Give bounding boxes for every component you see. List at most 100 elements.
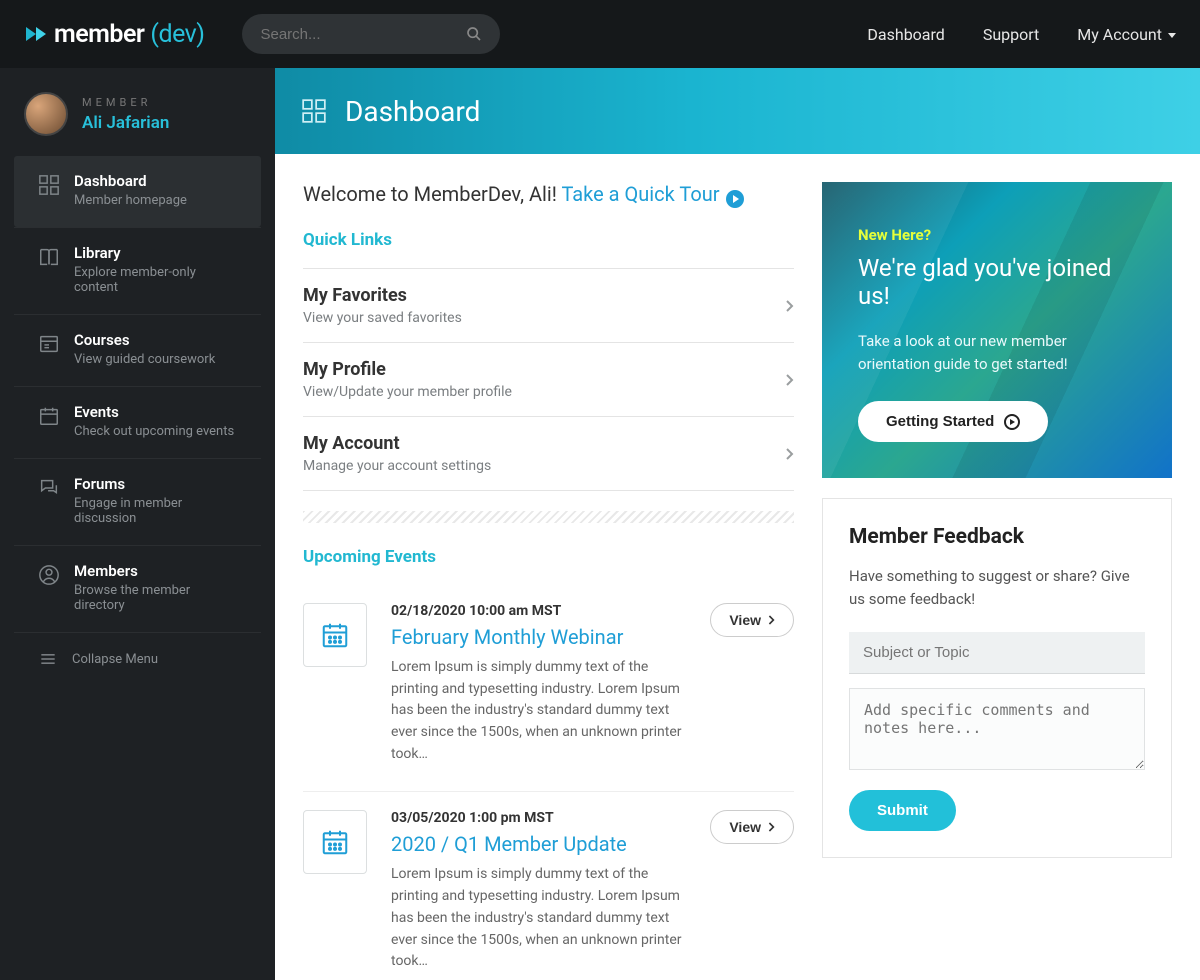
sidebar-item-sub: Member homepage xyxy=(74,193,187,208)
sidebar-item-library[interactable]: Library Explore member-only content xyxy=(14,227,261,314)
feedback-title: Member Feedback xyxy=(849,525,1145,549)
book-icon xyxy=(38,246,60,268)
sidebar-item-label: Courses xyxy=(74,331,215,349)
chevron-right-icon xyxy=(784,299,794,313)
event-view-button[interactable]: View xyxy=(710,810,794,844)
quick-link-title: My Account xyxy=(303,433,784,454)
event-title[interactable]: 2020 / Q1 Member Update xyxy=(391,832,686,856)
feedback-subject-input[interactable] xyxy=(849,632,1145,674)
profile-role: MEMBER xyxy=(82,96,169,109)
sidebar-item-sub: Engage in member discussion xyxy=(74,496,237,526)
sidebar-item-label: Members xyxy=(74,562,237,580)
sidebar-item-sub: Browse the member directory xyxy=(74,583,237,613)
page-header: Dashboard xyxy=(275,68,1200,154)
sidebar-item-label: Library xyxy=(74,244,237,262)
sidebar-item-courses[interactable]: Courses View guided coursework xyxy=(14,314,261,386)
calendar-icon xyxy=(38,405,60,427)
top-nav: Dashboard Support My Account xyxy=(867,25,1176,44)
sidebar-item-sub: View guided coursework xyxy=(74,352,215,367)
quick-link-sub: View your saved favorites xyxy=(303,310,784,326)
feedback-submit-button[interactable]: Submit xyxy=(849,790,956,831)
event-view-label: View xyxy=(729,819,761,835)
sidebar-item-members[interactable]: Members Browse the member directory xyxy=(14,545,261,632)
collapse-label: Collapse Menu xyxy=(72,652,158,667)
profile-name: Ali Jafarian xyxy=(82,113,169,133)
hero-text: Take a look at our new member orientatio… xyxy=(858,330,1136,375)
circle-arrow-icon xyxy=(1004,414,1020,430)
dashboard-icon xyxy=(38,174,60,196)
topnav-account-label: My Account xyxy=(1077,25,1162,44)
logo-icon xyxy=(24,22,48,46)
section-divider xyxy=(303,511,794,523)
list-icon xyxy=(38,333,60,355)
event-date: 03/05/2020 1:00 pm MST xyxy=(391,810,686,826)
collapse-icon xyxy=(38,649,58,669)
sidebar-item-sub: Explore member-only content xyxy=(74,265,237,295)
event-view-button[interactable]: View xyxy=(710,603,794,637)
chevron-down-icon xyxy=(1168,33,1176,38)
topnav-my-account[interactable]: My Account xyxy=(1077,25,1176,44)
quick-link-profile[interactable]: My Profile View/Update your member profil… xyxy=(303,343,794,417)
quick-link-sub: View/Update your member profile xyxy=(303,384,784,400)
welcome-message: Welcome to MemberDev, Ali! Take a Quick … xyxy=(303,182,794,208)
sidebar-item-events[interactable]: Events Check out upcoming events xyxy=(14,386,261,458)
welcome-text: Welcome to MemberDev, Ali! xyxy=(303,182,561,206)
avatar xyxy=(24,92,68,136)
quick-tour-label: Take a Quick Tour xyxy=(561,182,719,206)
calendar-icon xyxy=(303,810,367,874)
topnav-dashboard[interactable]: Dashboard xyxy=(867,25,944,44)
quick-link-title: My Favorites xyxy=(303,285,784,306)
event-description: Lorem Ipsum is simply dummy text of the … xyxy=(391,864,686,972)
getting-started-button[interactable]: Getting Started xyxy=(858,401,1048,442)
brand-logo[interactable]: member(dev) xyxy=(24,20,204,49)
sidebar-item-sub: Check out upcoming events xyxy=(74,424,234,439)
hero-kicker: New Here? xyxy=(858,226,1136,244)
event-item: 02/18/2020 10:00 am MST February Monthly… xyxy=(303,585,794,792)
sidebar-item-dashboard[interactable]: Dashboard Member homepage xyxy=(14,156,261,227)
feedback-comments-input[interactable] xyxy=(849,688,1145,770)
sidebar: MEMBER Ali Jafarian Dashboard Member home… xyxy=(0,68,275,980)
chevron-right-icon xyxy=(767,614,775,626)
feedback-card: Member Feedback Have something to sugges… xyxy=(822,498,1172,858)
chat-icon xyxy=(38,477,60,499)
search-input[interactable] xyxy=(260,26,466,43)
chevron-right-icon xyxy=(784,447,794,461)
orientation-card: New Here? We're glad you've joined us! T… xyxy=(822,182,1172,478)
quick-links-list: My Favorites View your saved favorites My… xyxy=(303,268,794,491)
search-box[interactable] xyxy=(242,14,500,54)
quick-link-account[interactable]: My Account Manage your account settings xyxy=(303,417,794,491)
event-item: 03/05/2020 1:00 pm MST 2020 / Q1 Member … xyxy=(303,792,794,980)
event-view-label: View xyxy=(729,612,761,628)
sidebar-item-forums[interactable]: Forums Engage in member discussion xyxy=(14,458,261,545)
profile-block[interactable]: MEMBER Ali Jafarian xyxy=(0,92,275,156)
topbar: member(dev) Dashboard Support My Account xyxy=(0,0,1200,68)
quick-link-title: My Profile xyxy=(303,359,784,380)
main: Dashboard Welcome to MemberDev, Ali! Tak… xyxy=(275,68,1200,980)
dashboard-icon xyxy=(301,98,327,124)
feedback-text: Have something to suggest or share? Give… xyxy=(849,565,1145,610)
topnav-support[interactable]: Support xyxy=(983,25,1039,44)
collapse-menu[interactable]: Collapse Menu xyxy=(14,632,261,685)
event-description: Lorem Ipsum is simply dummy text of the … xyxy=(391,657,686,765)
brand-suffix: (dev) xyxy=(150,20,204,49)
sidebar-item-label: Forums xyxy=(74,475,237,493)
sidebar-item-label: Dashboard xyxy=(74,172,187,190)
calendar-icon xyxy=(303,603,367,667)
page-title: Dashboard xyxy=(345,95,480,128)
quick-tour-link[interactable]: Take a Quick Tour xyxy=(561,182,743,206)
event-date: 02/18/2020 10:00 am MST xyxy=(391,603,686,619)
chevron-right-icon xyxy=(767,821,775,833)
user-icon xyxy=(38,564,60,586)
brand-name: member xyxy=(54,20,144,49)
event-title[interactable]: February Monthly Webinar xyxy=(391,625,686,649)
chevron-right-icon xyxy=(784,373,794,387)
upcoming-events-heading: Upcoming Events xyxy=(303,547,794,567)
quick-link-sub: Manage your account settings xyxy=(303,458,784,474)
sidebar-item-label: Events xyxy=(74,403,234,421)
hero-cta-label: Getting Started xyxy=(886,413,994,430)
play-icon xyxy=(726,190,744,208)
sidebar-nav: Dashboard Member homepage Library Explore … xyxy=(0,156,275,632)
quick-link-favorites[interactable]: My Favorites View your saved favorites xyxy=(303,269,794,343)
quick-links-heading: Quick Links xyxy=(303,230,794,250)
search-icon[interactable] xyxy=(466,26,482,42)
